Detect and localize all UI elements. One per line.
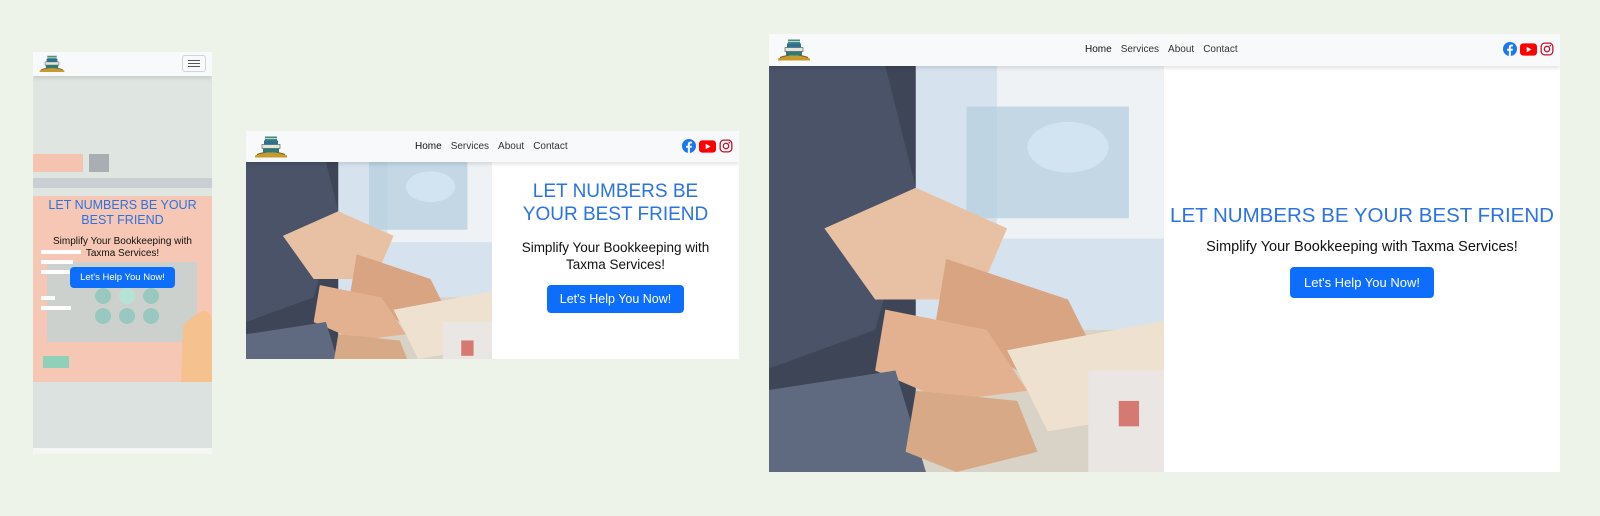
navbar <box>33 52 212 76</box>
cta-button[interactable]: Let's Help You Now! <box>1290 267 1434 298</box>
hero-content: LET NUMBERS BE YOUR BEST FRIEND Simplify… <box>1164 66 1560 472</box>
nav-link-about[interactable]: About <box>498 141 524 152</box>
hero-subtitle: Simplify Your Bookkeeping with Taxma Ser… <box>1206 239 1518 255</box>
cta-button[interactable]: Let's Help You Now! <box>546 285 685 313</box>
facebook-icon[interactable] <box>1503 42 1517 56</box>
youtube-icon[interactable] <box>699 140 716 153</box>
hero-subtitle: Simplify Your Bookkeeping with Taxma Ser… <box>53 236 192 259</box>
books-stack-logo-icon[interactable] <box>38 55 66 72</box>
social-links <box>1503 42 1554 56</box>
nav-menu: Home Services About Contact <box>415 141 568 152</box>
books-stack-logo-icon[interactable] <box>776 38 812 61</box>
hero-image <box>246 162 492 359</box>
hero-title: LET NUMBERS BE YOUR BEST FRIEND <box>522 181 709 225</box>
hero-subtitle: Simplify Your Bookkeeping with Taxma Ser… <box>521 240 710 272</box>
nav-link-services[interactable]: Services <box>1121 44 1159 55</box>
mobile-hero-content: LET NUMBERS BE YOUR BEST FRIEND Simplify… <box>33 198 212 288</box>
tablet-preview: Home Services About Contact LET NUMBERS … <box>246 131 739 359</box>
hero-title: LET NUMBERS BE YOUR BEST FRIEND <box>1170 204 1554 227</box>
navbar: Home Services About Contact <box>769 34 1560 66</box>
nav-link-contact[interactable]: Contact <box>1203 44 1237 55</box>
desktop-preview: Home Services About Contact LET NUMBERS … <box>769 34 1560 472</box>
hamburger-menu-icon[interactable] <box>182 55 206 72</box>
nav-link-home[interactable]: Home <box>1085 44 1112 55</box>
nav-menu: Home Services About Contact <box>1085 44 1238 55</box>
hero-content: LET NUMBERS BE YOUR BEST FRIEND Simplify… <box>492 162 739 359</box>
books-stack-logo-icon[interactable] <box>253 135 289 158</box>
youtube-icon[interactable] <box>1520 43 1537 56</box>
nav-link-services[interactable]: Services <box>451 141 489 152</box>
social-links <box>682 139 733 153</box>
instagram-icon[interactable] <box>719 139 733 153</box>
instagram-icon[interactable] <box>1540 42 1554 56</box>
nav-link-contact[interactable]: Contact <box>533 141 567 152</box>
nav-link-home[interactable]: Home <box>415 141 442 152</box>
cta-button[interactable]: Let's Help You Now! <box>70 267 175 288</box>
facebook-icon[interactable] <box>682 139 696 153</box>
hero-title: LET NUMBERS BE YOUR BEST FRIEND <box>48 198 197 227</box>
nav-link-about[interactable]: About <box>1168 44 1194 55</box>
hero-image <box>769 66 1164 472</box>
navbar: Home Services About Contact <box>246 131 739 162</box>
